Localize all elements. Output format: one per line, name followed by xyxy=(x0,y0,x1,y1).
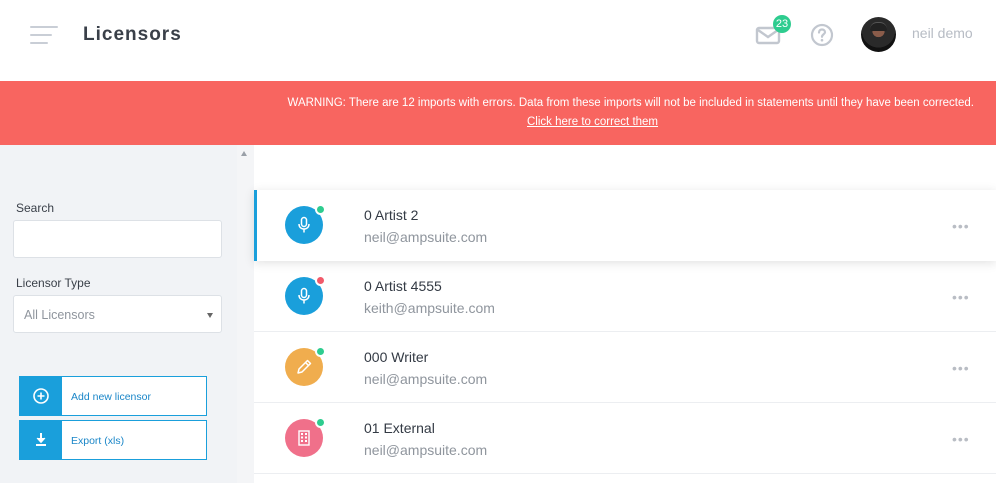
download-icon xyxy=(20,421,62,459)
export-xls-label: Export (xls) xyxy=(71,435,125,447)
add-licensor-label: Add new licensor xyxy=(71,391,151,403)
dropdown-arrow-icon xyxy=(207,313,213,318)
licensor-email: neil@ampsuite.com xyxy=(364,229,488,245)
mail-count-badge[interactable]: 23 xyxy=(773,15,791,33)
licensor-name: 0 Artist 4555 xyxy=(364,278,442,294)
search-input[interactable] xyxy=(13,220,222,258)
licensor-email: neil@ampsuite.com xyxy=(364,371,488,387)
status-dot xyxy=(315,204,326,215)
licensor-row[interactable]: 01 External neil@ampsuite.com ••• xyxy=(254,403,996,474)
add-circle-icon xyxy=(20,377,62,415)
correct-imports-link[interactable]: Click here to correct them xyxy=(527,116,658,128)
sidebar-scrollbar[interactable] xyxy=(237,145,254,483)
licensor-type-label: Licensor Type xyxy=(16,276,91,290)
more-options-icon[interactable]: ••• xyxy=(952,360,970,376)
add-licensor-button[interactable]: Add new licensor xyxy=(19,376,207,416)
more-options-icon[interactable]: ••• xyxy=(952,431,970,447)
licensor-type-value: All Licensors xyxy=(24,308,95,322)
licensor-row[interactable]: 0 Artist 2 neil@ampsuite.com ••• xyxy=(254,190,996,261)
search-label: Search xyxy=(16,201,55,215)
more-options-icon[interactable]: ••• xyxy=(952,218,970,234)
user-name[interactable]: neil demo xyxy=(912,25,973,41)
licensor-email: neil@ampsuite.com xyxy=(364,442,488,458)
licensor-name: 000 Writer xyxy=(364,349,429,365)
warning-banner: WARNING: There are 12 imports with error… xyxy=(0,81,996,145)
status-dot xyxy=(315,346,326,357)
menu-toggle-icon[interactable] xyxy=(30,26,58,46)
licensor-name: 0 Artist 2 xyxy=(364,207,419,223)
scroll-up-arrow-icon[interactable] xyxy=(241,151,247,156)
status-dot xyxy=(315,417,326,428)
licensor-row[interactable]: 0 Artist 4555 keith@ampsuite.com ••• xyxy=(254,261,996,332)
export-xls-button[interactable]: Export (xls) xyxy=(19,420,207,460)
licensor-row[interactable]: 000 Writer neil@ampsuite.com ••• xyxy=(254,332,996,403)
licensor-email: keith@ampsuite.com xyxy=(364,300,495,316)
top-header: Licensors 23 neil demo xyxy=(0,0,996,81)
status-dot xyxy=(315,275,326,286)
user-avatar[interactable] xyxy=(861,17,896,52)
more-options-icon[interactable]: ••• xyxy=(952,289,970,305)
warning-text: WARNING: There are 12 imports with error… xyxy=(287,97,974,109)
licensor-type-select[interactable]: All Licensors xyxy=(13,295,222,333)
help-icon[interactable] xyxy=(810,23,834,47)
page-title: Licensors xyxy=(83,24,182,45)
licensor-name: 01 External xyxy=(364,420,435,436)
